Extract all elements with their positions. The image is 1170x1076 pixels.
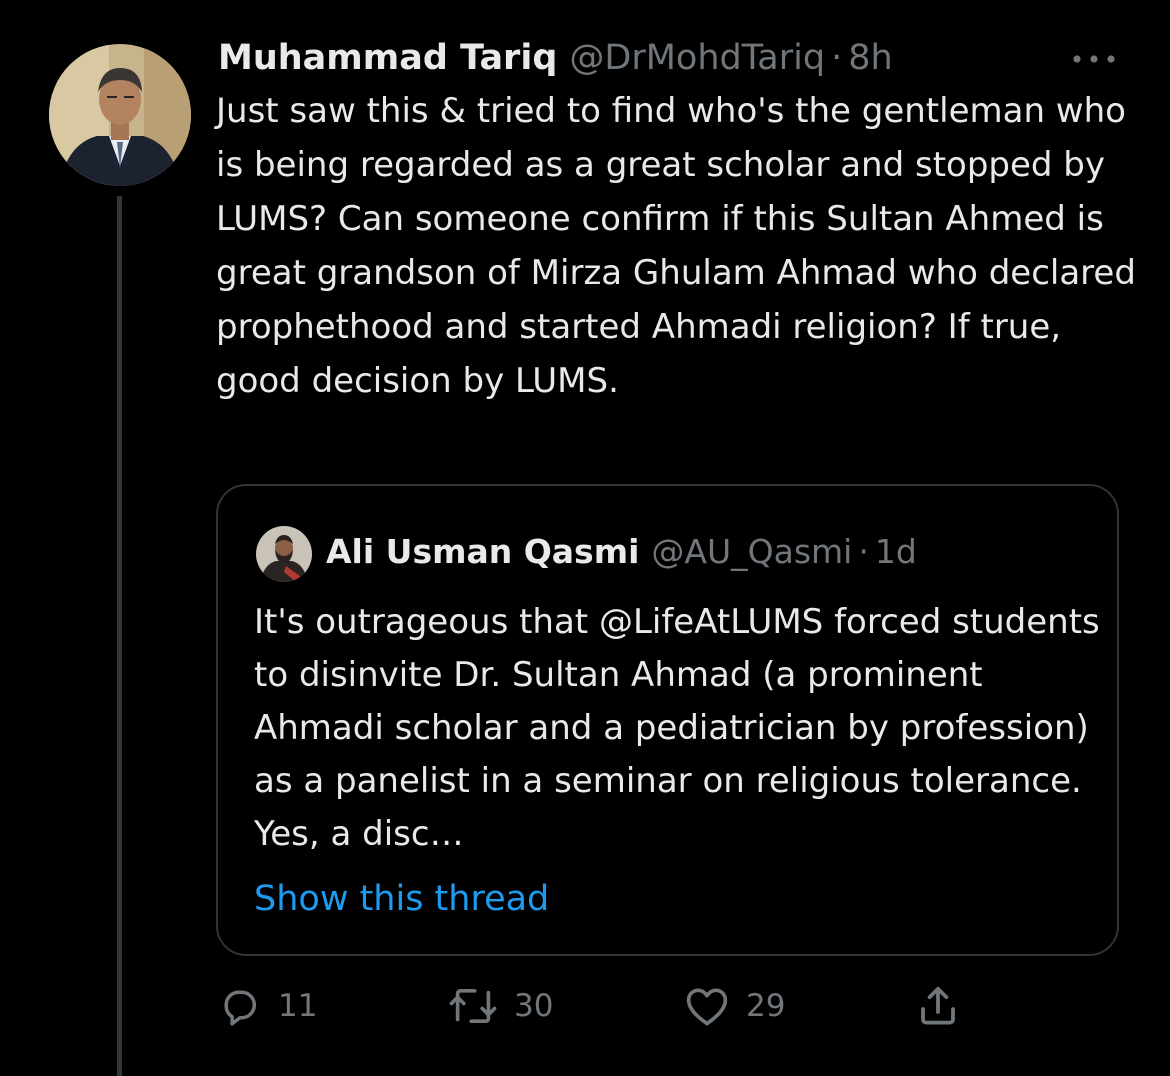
more-options-button[interactable] xyxy=(1068,44,1120,74)
quoted-author-avatar-image xyxy=(256,526,312,582)
thread-connector-line xyxy=(117,196,122,1076)
quoted-author-handle: @AU_Qasmi xyxy=(651,531,853,571)
author-handle[interactable]: @DrMohdTariq xyxy=(569,38,825,78)
retweet-button[interactable]: 30 xyxy=(448,982,553,1030)
header-separator: · xyxy=(831,38,843,78)
author-avatar-image xyxy=(49,44,191,186)
like-count: 29 xyxy=(746,988,786,1024)
heart-icon xyxy=(686,988,728,1026)
author-avatar[interactable] xyxy=(49,44,191,186)
quoted-tweet-card[interactable]: Ali Usman Qasmi @AU_Qasmi · 1d It's outr… xyxy=(216,484,1119,956)
quoted-tweet-timestamp: 1d xyxy=(874,531,917,571)
tweet-header: Muhammad Tariq @DrMohdTariq · 8h xyxy=(218,34,893,82)
quoted-tweet-header: Ali Usman Qasmi @AU_Qasmi · 1d xyxy=(326,528,917,574)
show-thread-link[interactable]: Show this thread xyxy=(254,874,549,924)
tweet-timestamp[interactable]: 8h xyxy=(848,38,892,78)
tweet-text: Just saw this & tried to find who's the … xyxy=(216,91,1136,401)
author-display-name[interactable]: Muhammad Tariq xyxy=(218,38,557,78)
share-icon xyxy=(921,986,955,1025)
retweet-count: 30 xyxy=(514,988,554,1024)
reply-icon xyxy=(224,990,257,1026)
tweet-action-bar: 11 30 29 xyxy=(0,982,1170,1030)
quoted-tweet-text: It's outrageous that @LifeAtLUMS forced … xyxy=(254,602,1100,854)
quoted-author-display-name: Ali Usman Qasmi xyxy=(326,531,640,571)
more-horizontal-icon xyxy=(1073,55,1115,63)
quoted-author-avatar xyxy=(256,526,312,582)
reply-count: 11 xyxy=(278,988,318,1024)
like-button[interactable]: 29 xyxy=(684,982,785,1030)
quoted-header-separator: · xyxy=(858,531,869,571)
reply-button[interactable]: 11 xyxy=(218,982,317,1030)
share-button[interactable] xyxy=(914,982,962,1030)
retweet-icon xyxy=(449,988,497,1024)
